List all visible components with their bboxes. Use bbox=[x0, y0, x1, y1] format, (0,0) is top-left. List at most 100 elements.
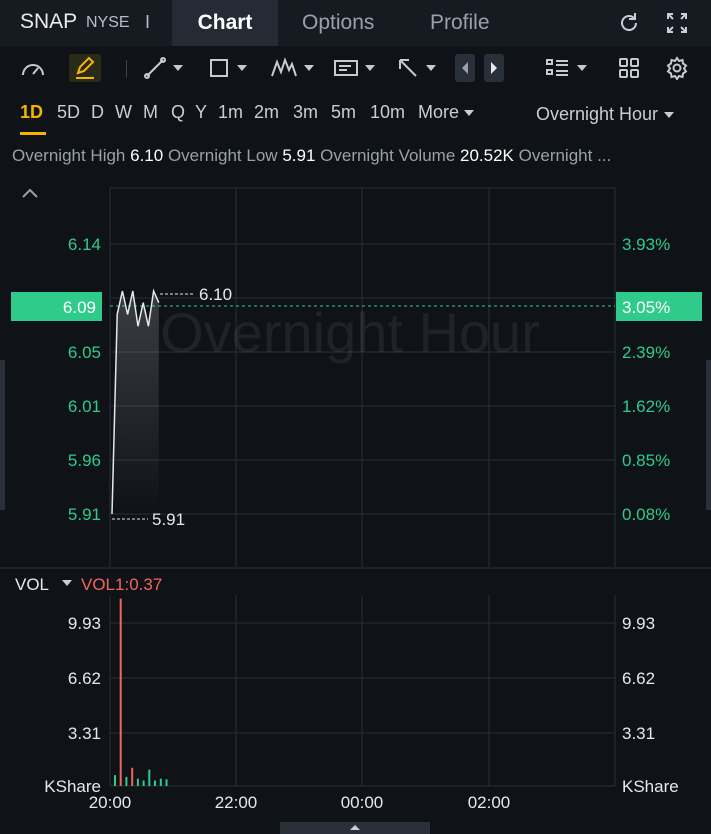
pattern-tool-icon[interactable] bbox=[270, 54, 314, 82]
volume-bar bbox=[142, 780, 145, 786]
volume-grid bbox=[109, 595, 616, 787]
volume-bar bbox=[136, 778, 139, 786]
chevron-down-icon bbox=[173, 65, 183, 71]
draw-pen-icon[interactable] bbox=[69, 54, 101, 82]
settings-icon[interactable] bbox=[665, 54, 689, 82]
prev-icon[interactable] bbox=[455, 54, 475, 82]
volume-tick-label: 6.62 bbox=[622, 669, 655, 688]
line-tool-icon[interactable] bbox=[143, 54, 183, 82]
app-header: SNAP NYSE I Chart Options Profile bbox=[0, 0, 711, 46]
price-tick-label: 5.96 bbox=[68, 451, 101, 470]
volume-bars bbox=[114, 598, 168, 786]
next-icon[interactable] bbox=[484, 54, 504, 82]
grid-icon[interactable] bbox=[617, 54, 641, 82]
period-m[interactable]: M bbox=[143, 102, 158, 123]
rectangle-tool-icon[interactable] bbox=[207, 54, 247, 82]
current-percent-label: 3.05% bbox=[622, 298, 670, 317]
tab-options[interactable]: Options bbox=[302, 0, 374, 46]
tab-chart[interactable]: Chart bbox=[172, 0, 278, 46]
price-area bbox=[112, 291, 159, 514]
refresh-icon[interactable] bbox=[616, 10, 642, 36]
time-axis-label: 20:00 bbox=[89, 793, 132, 812]
percent-tick-label: 0.08% bbox=[622, 505, 670, 524]
period-5m[interactable]: 5m bbox=[331, 102, 356, 123]
volume-tick-label: 3.31 bbox=[622, 724, 655, 743]
high-label: Overnight High bbox=[12, 146, 126, 165]
chevron-down-icon bbox=[365, 65, 375, 71]
speedometer-icon[interactable] bbox=[20, 54, 46, 82]
volume-bar bbox=[125, 776, 128, 786]
volume-tick-label: 9.93 bbox=[68, 614, 101, 633]
percent-tick-label: 1.62% bbox=[622, 397, 670, 416]
percent-tick-label: 2.39% bbox=[622, 343, 670, 362]
volume-value: 20.52K bbox=[460, 146, 514, 165]
session-watermark: Overnight Hour bbox=[160, 301, 540, 364]
exchange-label: NYSE bbox=[86, 14, 130, 31]
more-periods-button[interactable]: More bbox=[418, 102, 475, 123]
period-5d[interactable]: 5D bbox=[57, 102, 80, 123]
ticker-symbol: SNAP bbox=[20, 10, 78, 33]
time-axis-label: 00:00 bbox=[341, 793, 384, 812]
price-grid bbox=[109, 187, 616, 567]
volume-tick-label: 6.62 bbox=[68, 669, 101, 688]
time-axis-label: 22:00 bbox=[215, 793, 258, 812]
chevron-down-icon bbox=[304, 65, 314, 71]
text-tool-icon[interactable] bbox=[333, 54, 375, 82]
period-3m[interactable]: 3m bbox=[293, 102, 318, 123]
period-q[interactable]: Q bbox=[171, 102, 185, 123]
overnight-stats: Overnight High 6.10 Overnight Low 5.91 O… bbox=[12, 146, 704, 166]
volume-bar bbox=[159, 778, 162, 786]
volume-bar bbox=[165, 779, 168, 786]
left-drawer-handle[interactable] bbox=[0, 360, 5, 510]
current-price-label: 6.09 bbox=[63, 298, 96, 317]
chevron-up-icon[interactable] bbox=[22, 188, 38, 198]
low-label: Overnight Low bbox=[167, 146, 278, 165]
volume-bar bbox=[114, 775, 116, 786]
high-value: 6.10 bbox=[130, 146, 164, 165]
period-1d[interactable]: 1D bbox=[20, 102, 43, 123]
price-chart[interactable]: Overnight Hour 6.14 6.05 6.01 5.96 5.91 … bbox=[0, 172, 711, 834]
price-tick-label: 5.91 bbox=[68, 505, 101, 524]
chevron-down-icon[interactable] bbox=[62, 580, 72, 586]
percent-tick-label: 0.85% bbox=[622, 451, 670, 470]
session-selector[interactable]: Overnight Hour bbox=[536, 104, 675, 125]
volume-tick-label: 9.93 bbox=[622, 614, 655, 633]
volume-bar bbox=[148, 769, 151, 786]
chevron-down-icon bbox=[426, 65, 436, 71]
more-label: More bbox=[418, 102, 460, 122]
period-10m[interactable]: 10m bbox=[370, 102, 405, 123]
session-label: Overnight Hour bbox=[536, 104, 659, 124]
volume-bar bbox=[119, 598, 122, 786]
overflow-label: Overnight ... bbox=[518, 146, 612, 165]
price-tick-label: 6.14 bbox=[68, 235, 101, 254]
price-tick-label: 6.01 bbox=[68, 397, 101, 416]
volume-value-label: VOL1:0.37 bbox=[81, 575, 162, 594]
arrow-tool-icon[interactable] bbox=[396, 54, 436, 82]
period-w[interactable]: W bbox=[115, 102, 132, 123]
low-marker-label: 5.91 bbox=[152, 510, 185, 529]
period-2m[interactable]: 2m bbox=[254, 102, 279, 123]
period-y[interactable]: Y bbox=[195, 102, 207, 123]
active-period-indicator bbox=[20, 132, 46, 135]
fullscreen-icon[interactable] bbox=[664, 10, 690, 36]
percent-tick-label: 3.93% bbox=[622, 235, 670, 254]
volume-bar bbox=[131, 767, 134, 786]
right-drawer-handle[interactable] bbox=[706, 360, 711, 510]
period-d[interactable]: D bbox=[91, 102, 104, 123]
toolbar-divider bbox=[126, 60, 127, 78]
time-axis-label: 02:00 bbox=[468, 793, 511, 812]
volume-tick-label: 3.31 bbox=[68, 724, 101, 743]
volume-unit-label: KShare bbox=[622, 777, 679, 796]
chevron-down-icon bbox=[464, 109, 475, 116]
tab-profile[interactable]: Profile bbox=[430, 0, 490, 46]
chevron-down-icon bbox=[664, 111, 675, 118]
volume-bar bbox=[154, 780, 156, 786]
volume-label: Overnight Volume bbox=[320, 146, 456, 165]
price-tick-label: 6.05 bbox=[68, 343, 101, 362]
layout-list-icon[interactable] bbox=[545, 54, 587, 82]
header-separator: I bbox=[145, 12, 151, 32]
volume-indicator-label[interactable]: VOL bbox=[15, 575, 49, 594]
chevron-down-icon bbox=[577, 65, 587, 71]
period-1m[interactable]: 1m bbox=[218, 102, 243, 123]
chevron-down-icon bbox=[237, 65, 247, 71]
